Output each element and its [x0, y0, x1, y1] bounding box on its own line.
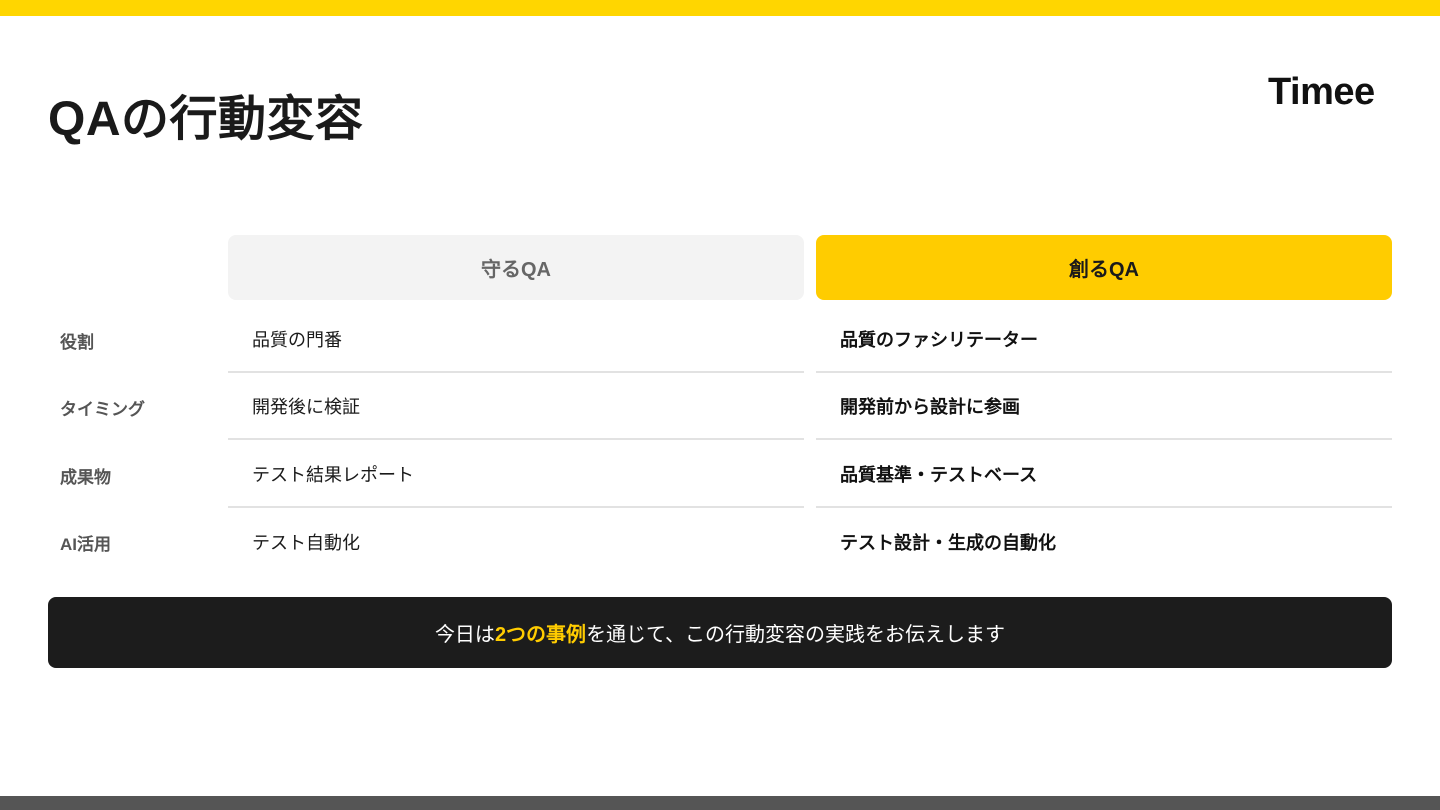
column-header-mamoru-qa: 守るQA	[228, 235, 804, 300]
top-accent-bar	[0, 0, 1440, 16]
column-header-tsukuru-qa: 創るQA	[816, 235, 1392, 300]
banner-suffix: を通じて、この行動変容の実践をお伝えします	[586, 624, 1006, 646]
page-title: QAの行動変容	[48, 93, 364, 146]
row-label: タイミング	[60, 399, 145, 419]
mamoru-cell: テスト自動化	[252, 532, 360, 553]
bottom-bar	[0, 796, 1440, 810]
mamoru-cell: 開発後に検証	[228, 373, 804, 440]
mamoru-cell: 品質の門番	[228, 306, 804, 373]
row-label: 役割	[60, 332, 94, 352]
comparison-row-deliverable: 成果物 テスト結果レポート 品質基準・テストベース	[48, 441, 1392, 509]
comparison-row-ai-usage: AI活用 テスト自動化 テスト設計・生成の自動化	[48, 508, 1392, 576]
timee-logo: Timee	[1268, 71, 1375, 113]
row-label: 成果物	[60, 467, 111, 487]
tsukuru-cell: 開発前から設計に参画	[816, 373, 1392, 440]
tsukuru-cell: テスト設計・生成の自動化	[840, 532, 1056, 553]
summary-banner: 今日は 2つの事例 を通じて、この行動変容の実践をお伝えします	[48, 597, 1392, 668]
comparison-row-timing: タイミング 開発後に検証 開発前から設計に参画	[48, 373, 1392, 441]
banner-prefix: 今日は	[434, 624, 495, 646]
banner-highlight: 2つの事例	[494, 624, 587, 646]
row-label: AI活用	[60, 534, 111, 554]
tsukuru-cell: 品質のファシリテーター	[816, 306, 1392, 373]
tsukuru-cell: 品質基準・テストベース	[816, 441, 1392, 508]
comparison-row-role: 役割 品質の門番 品質のファシリテーター	[48, 306, 1392, 374]
mamoru-cell: テスト結果レポート	[228, 441, 804, 508]
